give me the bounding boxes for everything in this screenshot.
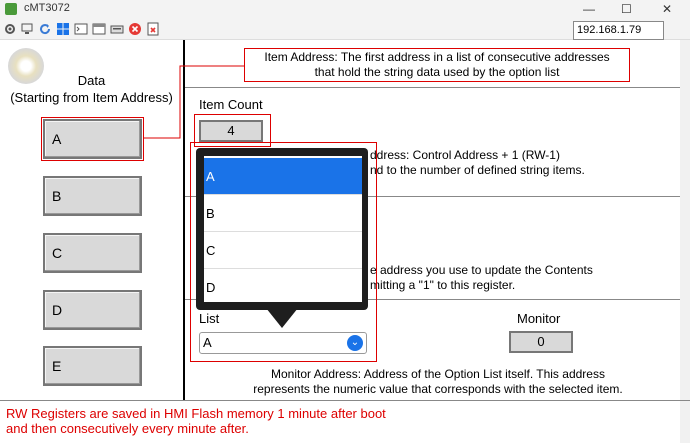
app-icon xyxy=(5,3,17,15)
footer-note: RW Registers are saved in HMI Flash memo… xyxy=(6,406,426,436)
close-button[interactable]: ✕ xyxy=(662,0,672,18)
maximize-button[interactable]: ☐ xyxy=(621,0,632,18)
count-description-line-1: ddress: Control Address + 1 (RW-1) xyxy=(370,148,560,162)
network-icon[interactable] xyxy=(20,22,34,36)
ip-address-field[interactable]: 192.168.1.79 xyxy=(573,21,664,40)
update-description-line-1: e address you use to update the Contents xyxy=(370,263,593,277)
section-divider xyxy=(185,87,680,88)
minimize-button[interactable]: — xyxy=(583,0,595,18)
update-description: e address you use to update the Contents… xyxy=(370,263,593,293)
annotation-box-option-list xyxy=(190,142,377,362)
window-icon[interactable] xyxy=(92,22,106,36)
terminal-icon[interactable] xyxy=(74,22,88,36)
settings-icon[interactable] xyxy=(3,22,17,36)
windows-icon[interactable] xyxy=(56,22,70,36)
data-button-c[interactable]: C xyxy=(43,233,142,273)
monitor-description-line-2: represents the numeric value that corres… xyxy=(253,382,623,396)
footer-note-line-1: RW Registers are saved in HMI Flash memo… xyxy=(6,406,386,421)
callout-line-1: Item Address: The first address in a lis… xyxy=(264,50,610,64)
data-button-d[interactable]: D xyxy=(43,290,142,330)
stop-icon[interactable] xyxy=(128,22,142,36)
monitor-description-line-1: Monitor Address: Address of the Option L… xyxy=(271,367,605,381)
keyboard-icon[interactable] xyxy=(110,22,124,36)
data-button-b[interactable]: B xyxy=(43,176,142,216)
callout-line-2: that hold the string data used by the op… xyxy=(314,65,560,79)
item-address-callout: Item Address: The first address in a lis… xyxy=(244,48,630,82)
item-count-label: Item Count xyxy=(199,97,263,112)
update-description-line-2: mitting a "1" to this register. xyxy=(370,278,516,292)
window-title: cMT3072 xyxy=(24,2,70,14)
annotation-box-data-a xyxy=(41,117,144,161)
close-document-icon[interactable] xyxy=(146,22,160,36)
data-button-e[interactable]: E xyxy=(43,346,142,386)
count-description-line-2: nd to the number of defined string items… xyxy=(370,163,585,177)
monitor-label: Monitor xyxy=(517,311,561,326)
monitor-description: Monitor Address: Address of the Option L… xyxy=(198,367,678,397)
monitor-value: 0 xyxy=(509,331,573,353)
footer-divider xyxy=(0,400,690,401)
footer-note-line-2: and then consecutively every minute afte… xyxy=(6,421,249,436)
refresh-icon[interactable] xyxy=(38,22,52,36)
count-description: ddress: Control Address + 1 (RW-1) nd to… xyxy=(370,148,585,178)
scrollbar[interactable] xyxy=(680,40,690,443)
